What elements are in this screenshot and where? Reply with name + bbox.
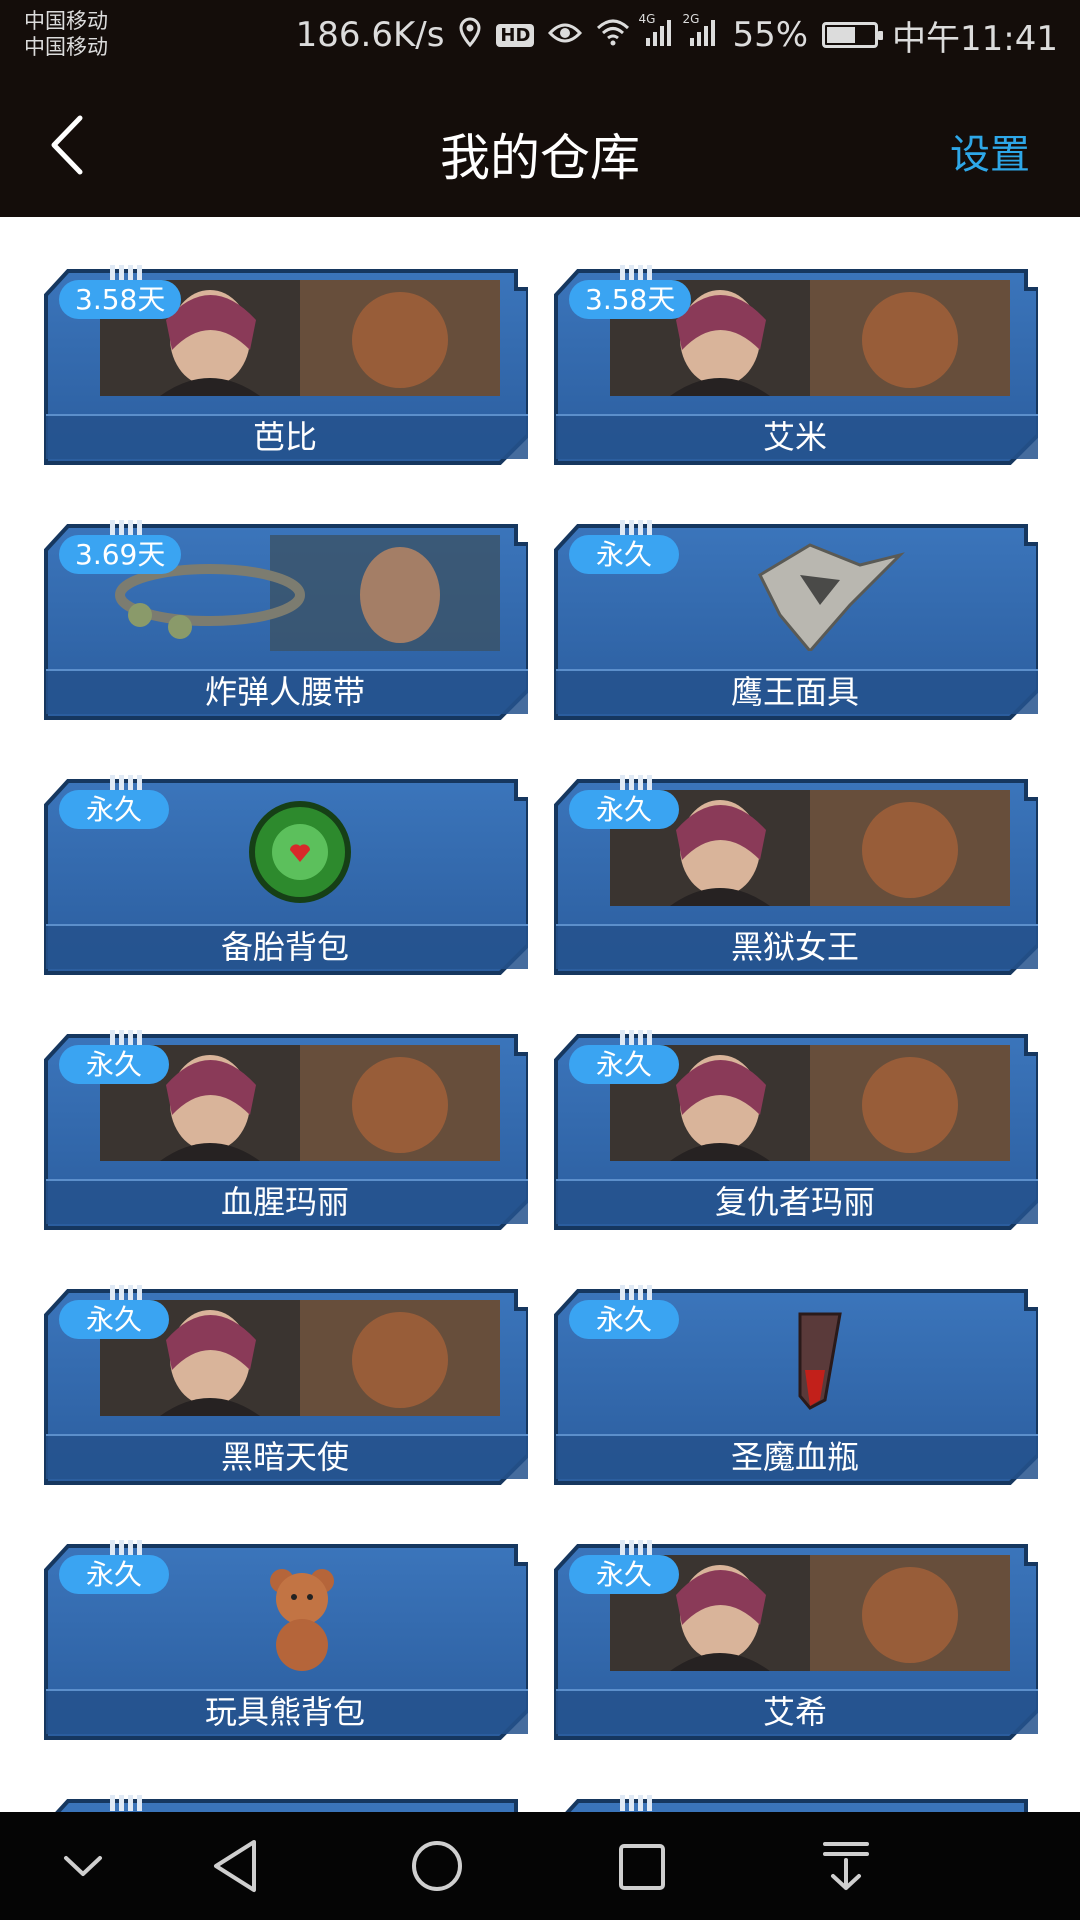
duration-badge: 3.58天 <box>59 280 182 319</box>
hd-icon: HD <box>496 23 535 47</box>
recent-square-icon <box>619 1844 665 1890</box>
title-bar: 我的仓库 设置 <box>0 70 1080 217</box>
inventory-card[interactable]: 永久鹰王面具 <box>552 520 1038 720</box>
inventory-card[interactable]: 永久复仇者玛丽 <box>552 1030 1038 1230</box>
page-title: 我的仓库 <box>440 129 640 187</box>
network-type-label: 4G <box>638 11 656 26</box>
duration-badge: 永久 <box>59 1555 169 1594</box>
signal-4g-icon: 4G <box>638 12 674 53</box>
item-name: 圣魔血瓶 <box>730 1438 859 1476</box>
duration-badge: 永久 <box>569 1045 679 1084</box>
nav-back-button[interactable] <box>200 1834 270 1898</box>
status-bar: 中国移动 中国移动 186.6K/s HD 4G 2G 55% 中午11:41 <box>0 0 1080 70</box>
inventory-grid: 3.58天 芭比 3.58天 艾米 3.69天 炸弹人腰带 永久 鹰王面具 永久 备胎背包 永久 黑狱… <box>0 217 1080 1812</box>
inventory-card[interactable]: 永久圣魔血瓶 <box>552 1285 1038 1485</box>
item-name: 芭比 <box>252 418 317 456</box>
battery-icon <box>822 22 884 48</box>
net-speed: 186.6K/s <box>295 15 445 55</box>
item-name: 黑狱女王 <box>730 928 859 966</box>
duration-badge: 永久 <box>59 1300 169 1339</box>
eye-icon <box>548 19 583 52</box>
wifi-icon <box>596 18 630 53</box>
nav-download-button[interactable] <box>811 1834 881 1898</box>
duration-badge: 永久 <box>569 790 679 829</box>
nav-home-button[interactable] <box>402 1834 472 1898</box>
item-name: 血腥玛丽 <box>220 1183 349 1221</box>
inventory-card[interactable]: 永久艾希 <box>552 1540 1038 1740</box>
inventory-card[interactable]: 3.58天芭比 <box>42 265 528 465</box>
system-nav-bar <box>0 1812 1080 1920</box>
duration-badge: 永久 <box>569 1555 679 1594</box>
duration-badge: 永久 <box>569 535 679 574</box>
hide-nav-button[interactable] <box>48 1834 118 1898</box>
duration-badge: 3.69天 <box>59 535 182 574</box>
inventory-card[interactable]: 3.69天炸弹人腰带 <box>42 520 528 720</box>
signal-2g-icon: 2G <box>682 12 718 53</box>
home-circle-icon <box>412 1841 462 1891</box>
inventory-card[interactable]: 永久黑狱女王 <box>552 775 1038 975</box>
battery-percent: 55% <box>732 15 809 55</box>
nav-recent-button[interactable] <box>607 1834 677 1898</box>
carrier-label: 中国移动 <box>24 9 108 33</box>
back-triangle-icon <box>214 1840 256 1892</box>
download-icon <box>823 1842 869 1890</box>
item-name: 黑暗天使 <box>220 1438 349 1476</box>
item-name: 玩具熊背包 <box>204 1693 365 1731</box>
item-name: 艾希 <box>762 1693 827 1731</box>
inventory-card[interactable]: 永久备胎背包 <box>42 775 528 975</box>
inventory-card[interactable]: 永久黑暗天使 <box>42 1285 528 1485</box>
battery-level <box>827 27 855 43</box>
inventory-card-partial[interactable] <box>552 1795 1038 1812</box>
carrier-label: 中国移动 <box>24 35 108 59</box>
item-name: 炸弹人腰带 <box>204 673 365 711</box>
item-name: 复仇者玛丽 <box>714 1183 875 1221</box>
card-frame <box>55 1795 518 1812</box>
duration-badge: 3.58天 <box>569 280 692 319</box>
item-name: 备胎背包 <box>220 928 349 966</box>
inventory-card[interactable]: 永久血腥玛丽 <box>42 1030 528 1230</box>
clock: 中午11:41 <box>892 18 1058 59</box>
duration-badge: 永久 <box>59 1045 169 1084</box>
chevron-down-icon <box>64 1856 102 1876</box>
carrier-info: 中国移动 中国移动 <box>24 8 108 60</box>
status-indicators: 186.6K/s HD 4G 2G 55% 中午11:41 <box>295 12 1058 59</box>
location-icon <box>458 16 482 54</box>
duration-badge: 永久 <box>59 790 169 829</box>
settings-button[interactable]: 设置 <box>950 122 1030 180</box>
item-name: 艾米 <box>762 418 827 456</box>
duration-badge: 永久 <box>569 1300 679 1339</box>
network-type-label: 2G <box>682 11 700 26</box>
inventory-card[interactable]: 3.58天艾米 <box>552 265 1038 465</box>
card-frame <box>565 1795 1028 1812</box>
inventory-card[interactable]: 永久玩具熊背包 <box>42 1540 528 1740</box>
item-name: 鹰王面具 <box>730 673 859 711</box>
inventory-card-partial[interactable] <box>42 1795 528 1812</box>
